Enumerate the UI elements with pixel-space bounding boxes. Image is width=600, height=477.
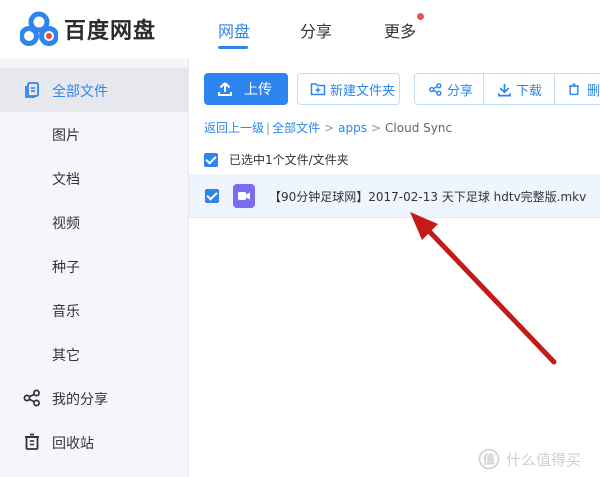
new-folder-label: 新建文件夹 — [330, 83, 396, 99]
file-name[interactable]: 【90分钟足球网】2017-02-13 天下足球 hdtv完整版.mkv — [269, 188, 586, 205]
delete-button[interactable]: 删 — [554, 73, 600, 105]
share-icon — [429, 82, 442, 96]
new-folder-button[interactable]: 新建文件夹 — [297, 73, 400, 105]
sidebar-item-images[interactable]: 图片 — [0, 112, 188, 156]
baidu-cloud-logo[interactable] — [20, 11, 58, 47]
download-button[interactable]: 下载 — [483, 73, 555, 105]
sidebar-item-label: 图片 — [52, 128, 80, 144]
sidebar-item-documents[interactable]: 文档 — [0, 156, 188, 200]
sidebar-item-other[interactable]: 其它 — [0, 332, 188, 376]
sidebar-item-label: 文档 — [52, 172, 80, 188]
breadcrumb-current: Cloud Sync — [385, 121, 453, 135]
breadcrumb-divider: | — [266, 121, 271, 135]
new-folder-icon — [310, 83, 326, 96]
sidebar-item-my-shares[interactable]: 我的分享 — [0, 376, 188, 420]
sidebar-item-torrents[interactable]: 种子 — [0, 244, 188, 288]
breadcrumb-separator: > — [324, 121, 335, 135]
file-row[interactable]: 【90分钟足球网】2017-02-13 天下足球 hdtv完整版.mkv — [189, 174, 600, 218]
watermark-logo-icon: 值 — [478, 448, 500, 470]
sidebar-item-recycle-bin[interactable]: 回收站 — [0, 420, 188, 464]
brand-name: 百度网盘 — [64, 19, 157, 44]
download-icon — [498, 83, 511, 96]
file-checkbox[interactable] — [205, 189, 219, 203]
sidebar-item-label: 我的分享 — [52, 392, 108, 408]
sidebar-item-videos[interactable]: 视频 — [0, 200, 188, 244]
sidebar: 全部文件 图片 文档 视频 种子 音乐 其它 我的分享 回收站 — [0, 58, 188, 477]
files-icon — [25, 82, 39, 98]
trash-icon — [569, 83, 579, 95]
breadcrumb-apps[interactable]: apps — [338, 121, 367, 135]
upload-icon — [218, 82, 232, 96]
share-button[interactable]: 分享 — [414, 73, 484, 105]
video-file-icon — [233, 184, 255, 208]
download-label: 下载 — [516, 83, 543, 99]
sidebar-item-label: 音乐 — [52, 304, 80, 320]
tab-netdisk[interactable]: 网盘 — [218, 18, 250, 42]
sidebar-item-label: 全部文件 — [52, 84, 108, 100]
breadcrumb-separator: > — [370, 121, 382, 135]
sidebar-item-music[interactable]: 音乐 — [0, 288, 188, 332]
active-tab-indicator — [218, 46, 248, 49]
watermark-text: 什么值得买 — [506, 450, 582, 469]
breadcrumb-all-files[interactable]: 全部文件 — [272, 121, 320, 135]
sidebar-item-label: 视频 — [52, 216, 80, 232]
sidebar-item-label: 回收站 — [52, 436, 94, 452]
sidebar-item-label: 其它 — [52, 348, 80, 364]
selection-bar: 已选中1个文件/文件夹 — [204, 151, 349, 168]
main-content: 上传 新建文件夹 分享 下载 删 返回上一级 | 全部文件 > apps > C… — [188, 58, 600, 477]
sidebar-item-all-files[interactable]: 全部文件 — [0, 68, 188, 112]
top-bar: 百度网盘 网盘 分享 更多 — [0, 0, 600, 58]
notification-badge — [417, 13, 424, 20]
tab-share[interactable]: 分享 — [300, 18, 332, 42]
upload-button[interactable]: 上传 — [204, 73, 288, 105]
upload-label: 上传 — [244, 82, 272, 98]
breadcrumb: 返回上一级 | 全部文件 > apps > Cloud Sync — [204, 119, 452, 136]
svg-text:值: 值 — [483, 452, 495, 467]
tab-more[interactable]: 更多 — [384, 18, 416, 42]
sidebar-item-label: 种子 — [52, 260, 80, 276]
breadcrumb-back-link[interactable]: 返回上一级 — [204, 121, 264, 135]
watermark: 值 什么值得买 — [478, 448, 581, 470]
selection-count-text: 已选中1个文件/文件夹 — [229, 153, 349, 167]
delete-label: 删 — [587, 83, 600, 99]
trash-icon — [25, 433, 39, 450]
select-all-checkbox[interactable] — [204, 152, 218, 167]
share-label: 分享 — [447, 83, 474, 99]
share-icon — [23, 389, 40, 407]
